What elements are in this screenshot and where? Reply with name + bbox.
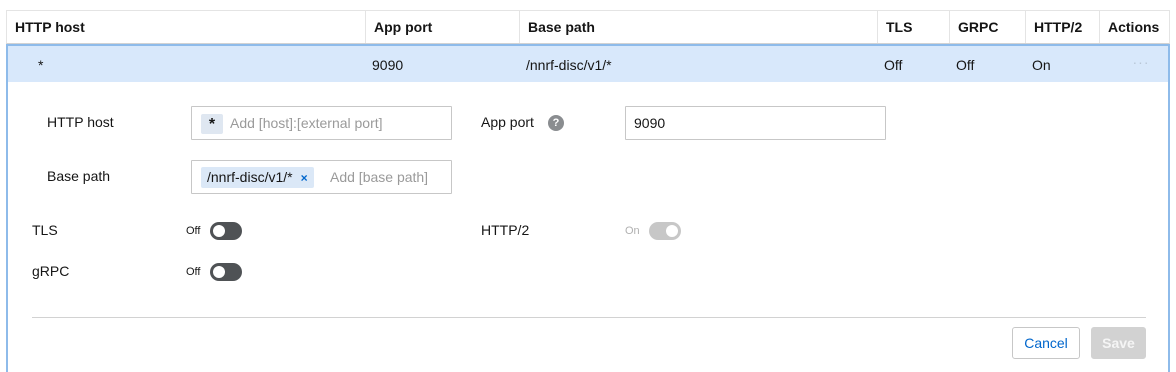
- http-host-chip[interactable]: *: [201, 114, 223, 134]
- http-host-input[interactable]: * Add [host]:[external port]: [191, 106, 452, 140]
- base-path-input[interactable]: /nnrf-disc/v1/* × Add [base path]: [191, 160, 452, 194]
- cell-http2: On: [1032, 57, 1051, 73]
- grpc-label: gRPC: [32, 263, 70, 279]
- grpc-toggle-knob: [213, 266, 225, 278]
- save-button[interactable]: Save: [1091, 327, 1146, 359]
- column-header-actions: Actions: [1099, 11, 1169, 43]
- tls-label: TLS: [32, 222, 58, 238]
- grpc-switch-state: Off: [186, 266, 201, 278]
- cell-http-host: *: [38, 57, 44, 73]
- base-path-label: Base path: [47, 168, 111, 184]
- base-path-chip-text: /nnrf-disc/v1/*: [207, 169, 293, 185]
- app-port-value: 9090: [634, 115, 666, 131]
- form-divider: [32, 317, 1146, 318]
- tls-switch-group: Off: [186, 222, 246, 242]
- grpc-switch-group: Off: [186, 263, 246, 283]
- base-path-chip: /nnrf-disc/v1/* ×: [201, 167, 314, 188]
- column-header-base-path[interactable]: Base path: [519, 11, 877, 43]
- cancel-button[interactable]: Cancel: [1012, 327, 1080, 359]
- kebab-icon[interactable]: ···: [1125, 52, 1157, 76]
- column-header-http-host[interactable]: HTTP host: [7, 11, 365, 43]
- help-icon[interactable]: ?: [548, 115, 564, 131]
- tls-switch-state: Off: [186, 225, 201, 237]
- table-row[interactable]: * 9090 /nnrf-disc/v1/* Off Off On ···: [6, 44, 1170, 82]
- base-path-placeholder: Add [base path]: [330, 169, 429, 185]
- http2-switch-state: On: [625, 225, 640, 237]
- cell-base-path: /nnrf-disc/v1/*: [526, 57, 612, 73]
- http2-label: HTTP/2: [481, 222, 530, 238]
- grpc-toggle[interactable]: [210, 263, 242, 281]
- column-header-grpc[interactable]: GRPC: [949, 11, 1025, 43]
- http-host-label: HTTP host: [47, 114, 114, 130]
- cell-tls: Off: [884, 57, 903, 73]
- app-port-label: App port: [481, 114, 534, 130]
- app-port-input[interactable]: 9090: [625, 106, 886, 140]
- http2-switch-group: On: [625, 222, 685, 242]
- cell-app-port: 9090: [372, 57, 404, 73]
- http2-toggle[interactable]: [649, 222, 681, 240]
- http-host-placeholder: Add [host]:[external port]: [230, 115, 383, 131]
- column-header-app-port[interactable]: App port: [365, 11, 519, 43]
- route-editor-panel: HTTP host * Add [host]:[external port] A…: [6, 82, 1170, 372]
- column-header-http2[interactable]: HTTP/2: [1025, 11, 1099, 43]
- column-header-tls[interactable]: TLS: [877, 11, 949, 43]
- tls-toggle[interactable]: [210, 222, 242, 240]
- tls-toggle-knob: [213, 225, 225, 237]
- chip-remove-icon[interactable]: ×: [301, 171, 308, 185]
- cell-grpc: Off: [956, 57, 975, 73]
- table-header: HTTP host App port Base path TLS GRPC HT…: [6, 10, 1170, 44]
- http2-toggle-knob: [666, 225, 678, 237]
